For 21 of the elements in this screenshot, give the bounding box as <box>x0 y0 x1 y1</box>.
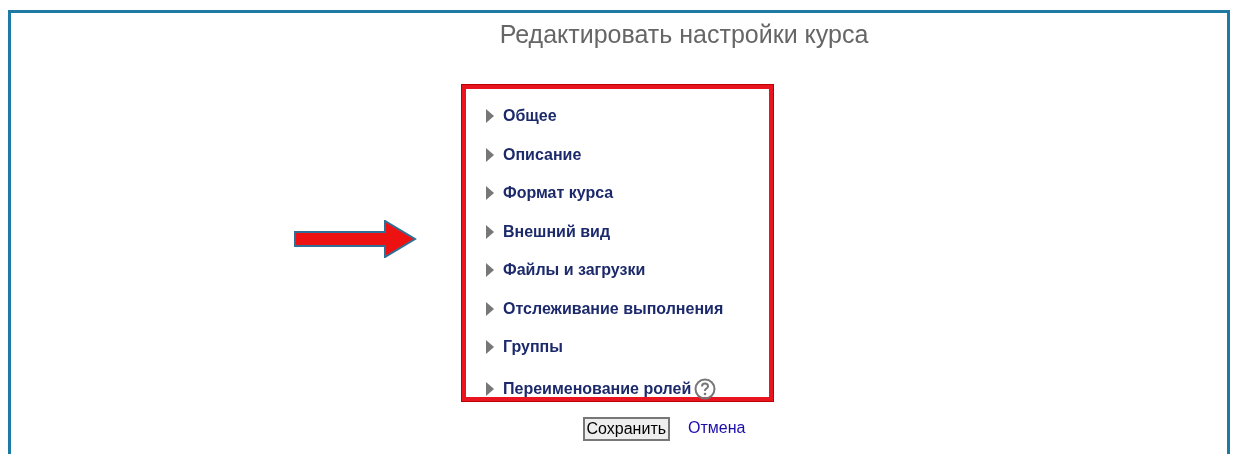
section-link[interactable]: Группы <box>503 335 563 360</box>
caret-right-icon[interactable] <box>486 263 494 278</box>
caret-right-icon[interactable] <box>486 224 494 239</box>
save-button[interactable]: Сохранить <box>582 417 671 441</box>
section-link[interactable]: Общее <box>503 104 557 129</box>
section-link[interactable]: Описание <box>503 142 582 167</box>
caret-right-icon[interactable] <box>486 147 494 162</box>
cancel-link[interactable]: Отмена <box>688 417 746 441</box>
section-link[interactable]: Отслеживание выполнения <box>503 296 724 321</box>
caret-right-icon[interactable] <box>486 301 494 316</box>
section-link[interactable]: Переименование ролей <box>503 376 692 401</box>
page-title: Редактировать настройки курса <box>499 19 869 49</box>
section-link[interactable]: Внешний вид <box>503 219 611 244</box>
section-link[interactable]: Файлы и загрузки <box>503 258 646 283</box>
caret-right-icon[interactable] <box>486 381 494 396</box>
help-icon[interactable] <box>694 377 717 400</box>
section-link[interactable]: Формат курса <box>503 181 614 206</box>
caret-right-icon[interactable] <box>486 340 494 355</box>
caret-right-icon[interactable] <box>486 109 494 124</box>
arrow-icon <box>293 220 417 258</box>
caret-right-icon[interactable] <box>486 186 494 201</box>
